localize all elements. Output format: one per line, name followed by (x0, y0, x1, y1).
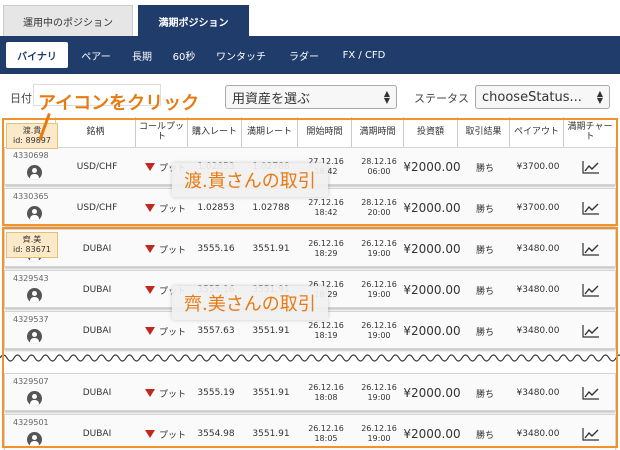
nav-60sec[interactable]: 60秒 (166, 42, 202, 68)
tab-open-positions[interactable]: 運用中のポジション (3, 5, 133, 36)
position-tabs: 運用中のポジション 満期ポジション (0, 0, 620, 36)
tab-expired-positions[interactable]: 満期ポジション (138, 5, 249, 36)
select-arrows-icon: ▲ ▼ (383, 89, 390, 105)
status-select[interactable]: chooseStatus... ▲ ▼ (475, 85, 610, 109)
nav-one-touch[interactable]: ワンタッチ (208, 42, 274, 68)
group-label: 渡.貴さんの取引 (172, 163, 328, 197)
date-label: 日付 (10, 92, 32, 105)
status-select-value: chooseStatus... (482, 89, 582, 105)
asset-select[interactable]: 用資産を選ぶ ▲ ▼ (225, 85, 397, 109)
option-type-nav: バイナリ ペアー 長期 60秒 ワンタッチ ラダー FX / CFD (0, 36, 620, 74)
nav-pair[interactable]: ペアー (74, 42, 118, 68)
click-icon-callout: アイコンをクリック (38, 93, 200, 114)
nav-binary[interactable]: バイナリ (6, 42, 68, 68)
group-label: 齊.美さんの取引 (172, 286, 328, 320)
status-label: ステータス (414, 92, 469, 105)
nav-ladder[interactable]: ラダー (282, 42, 326, 68)
nav-long-term[interactable]: 長期 (124, 42, 160, 68)
nav-fx-cfd[interactable]: FX / CFD (334, 42, 394, 68)
select-arrows-icon: ▲ ▼ (596, 89, 603, 105)
asset-select-value: 用資産を選ぶ (232, 91, 311, 107)
group-frame (2, 227, 618, 448)
